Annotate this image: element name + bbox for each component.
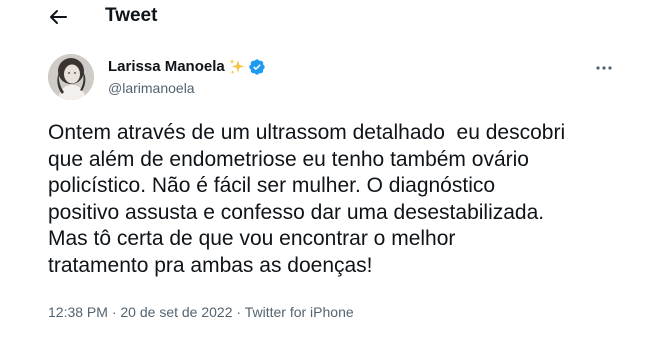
- sparkles-icon: [228, 58, 246, 76]
- tweet-time[interactable]: 12:38 PM: [48, 304, 108, 320]
- tweet-text: Ontem através de um ultrassom detalhado …: [48, 121, 566, 277]
- tweet-page: Tweet Larissa Manoela @larimanoela Ontem…: [0, 0, 652, 342]
- more-dots-icon: [596, 66, 612, 70]
- more-options-button[interactable]: [592, 58, 616, 78]
- page-title: Tweet: [105, 5, 158, 26]
- back-button[interactable]: [44, 3, 72, 31]
- meta-separator: ·: [107, 304, 121, 320]
- tweet-metadata: 12:38 PM · 20 de set de 2022 · Twitter f…: [48, 302, 354, 322]
- verified-badge-icon[interactable]: [248, 58, 266, 76]
- tweet-author: Larissa Manoela @larimanoela: [48, 54, 618, 100]
- arrow-left-icon: [50, 10, 67, 24]
- avatar[interactable]: [48, 54, 94, 100]
- page-header: Tweet: [0, 0, 652, 34]
- tweet-date[interactable]: 20 de set de 2022: [120, 304, 232, 320]
- tweet-source[interactable]: Twitter for iPhone: [245, 304, 354, 320]
- display-name[interactable]: Larissa Manoela: [108, 57, 225, 77]
- meta-separator-2: ·: [232, 304, 245, 320]
- display-name-line: Larissa Manoela: [108, 57, 266, 77]
- author-name-block: Larissa Manoela @larimanoela: [108, 57, 266, 98]
- author-handle[interactable]: @larimanoela: [108, 78, 266, 98]
